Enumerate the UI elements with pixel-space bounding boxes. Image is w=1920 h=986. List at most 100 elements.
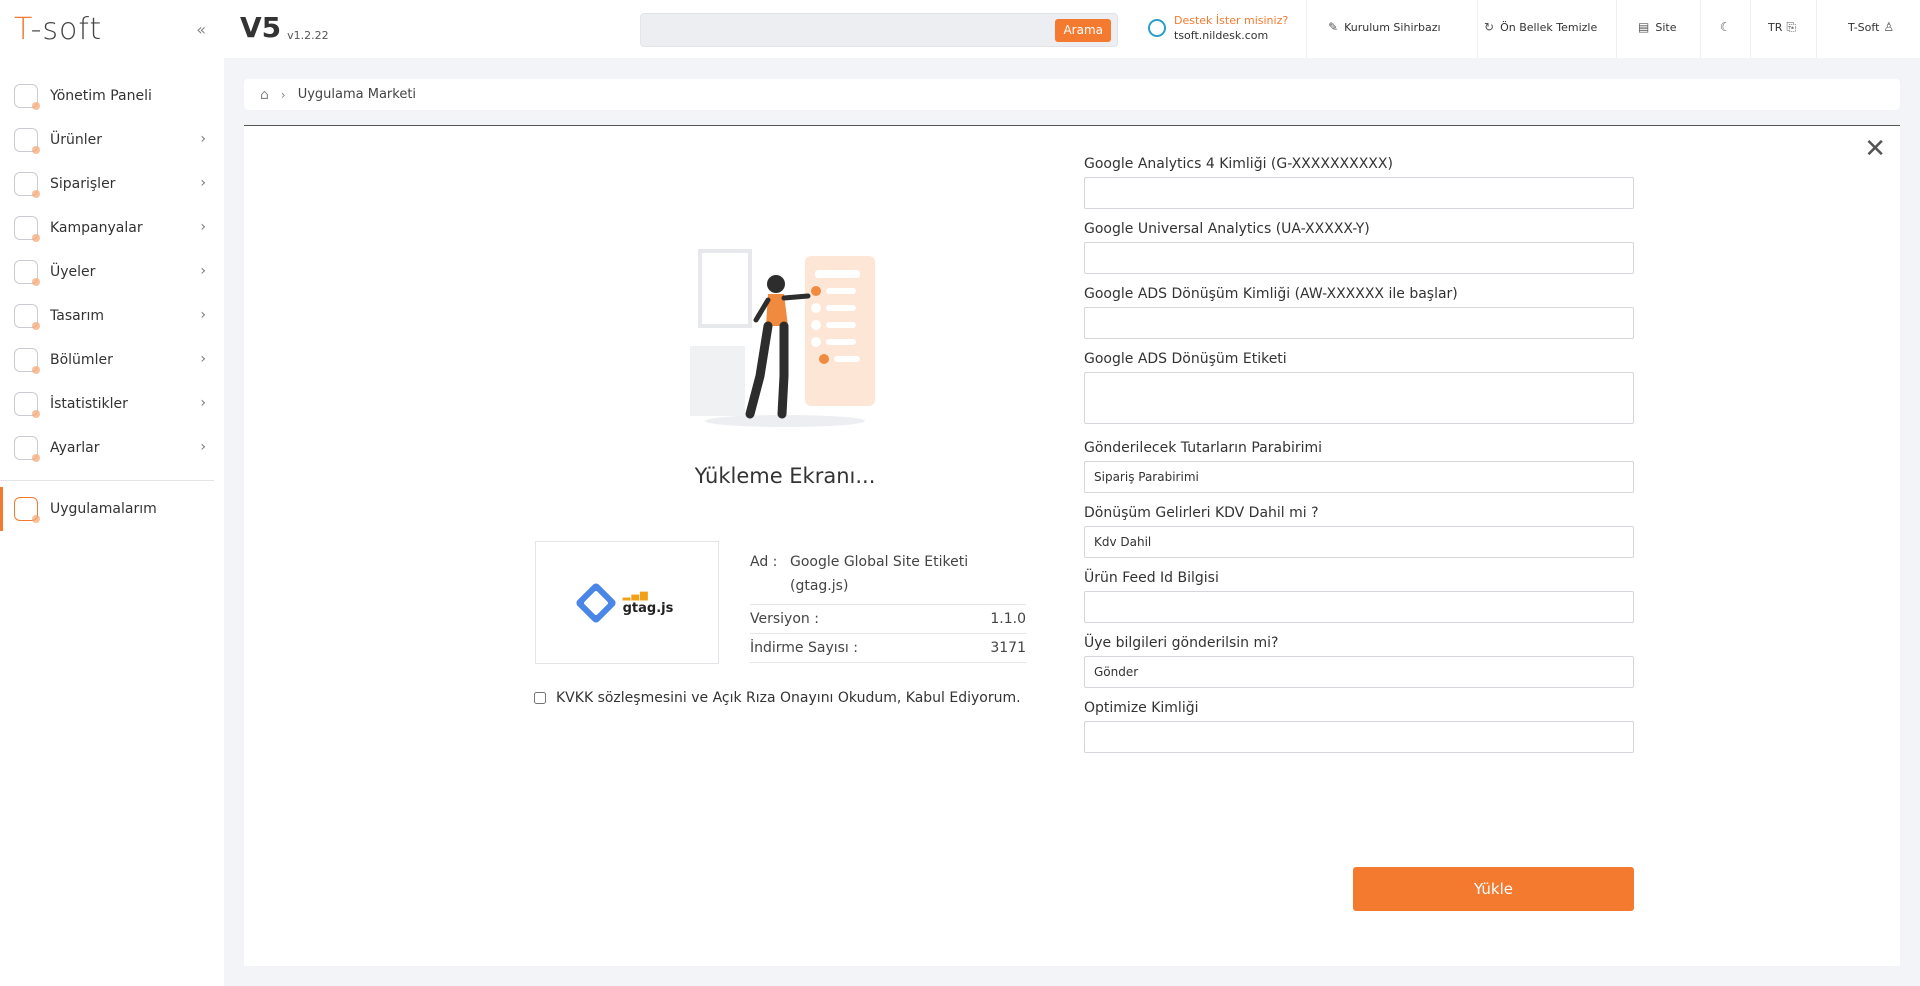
header-divider <box>1306 0 1307 58</box>
info-row-downloads: İndirme Sayısı : 3171 <box>750 634 1026 663</box>
field-label: Gönderilecek Tutarların Parabirimi <box>1084 440 1323 456</box>
support-title: Destek İster misiniz? <box>1174 14 1289 27</box>
header-divider <box>1616 0 1617 58</box>
name-key: Ad : <box>750 554 778 570</box>
field-label: Google ADS Dönüşüm Kimliği (AW-XXXXXX il… <box>1084 286 1458 302</box>
kvkk-checkbox[interactable] <box>534 692 546 704</box>
user-menu[interactable]: T-Soft ♙ <box>1848 20 1900 34</box>
dashboard-icon <box>14 84 40 110</box>
collapse-sidebar-icon[interactable]: « <box>196 20 206 39</box>
close-icon[interactable]: ✕ <box>1864 136 1886 162</box>
product-feed-id-input[interactable] <box>1084 591 1634 623</box>
sidebar-divider <box>0 480 214 481</box>
install-panel: ✕ Yükleme Ekranı... ▂▄▆ gtag.js Ad : Goo… <box>244 126 1900 966</box>
sidebar-item-statistics[interactable]: İstatistikler › <box>0 382 224 426</box>
sidebar-item-label: Siparişler <box>50 176 116 192</box>
products-icon <box>14 128 40 154</box>
language-button[interactable]: TR ⎘ <box>1768 20 1802 35</box>
field-ga4-id: Google Analytics 4 Kimliği (G-XXXXXXXXXX… <box>1084 156 1634 209</box>
chevron-right-icon: › <box>200 307 206 323</box>
sidebar: T-soft « Yönetim Paneli Ürünler › Sipari… <box>0 0 224 986</box>
optimize-id-input[interactable] <box>1084 721 1634 753</box>
version-label: v1.2.22 <box>287 29 329 42</box>
brand[interactable]: V5 v1.2.22 <box>240 12 329 44</box>
gtag-logo-text: gtag.js <box>622 600 674 616</box>
currency-select[interactable] <box>1084 461 1634 493</box>
sidebar-item-products[interactable]: Ürünler › <box>0 118 224 162</box>
name-value: Google Global Site Etiketi (gtag.js) <box>790 554 969 594</box>
sidebar-item-label: Ayarlar <box>50 440 100 456</box>
support-icon <box>1148 19 1166 37</box>
campaigns-icon <box>14 216 40 242</box>
header-divider <box>1816 0 1817 58</box>
sidebar-item-members[interactable]: Üyeler › <box>0 250 224 294</box>
universal-analytics-input[interactable] <box>1084 242 1634 274</box>
support-url: tsoft.nildesk.com <box>1174 29 1269 42</box>
dark-mode-toggle[interactable]: ☾ <box>1720 20 1737 34</box>
kvkk-consent[interactable]: KVKK sözleşmesini ve Açık Rıza Onayını O… <box>534 690 1021 706</box>
info-row-version: Versiyon : 1.1.0 <box>750 605 1026 634</box>
sidebar-item-label: Üyeler <box>50 264 96 280</box>
store-icon: ▤ <box>1638 20 1650 34</box>
analytics-icon: ▂▄▆ <box>622 589 649 601</box>
setup-wizard-button[interactable]: ✎ Kurulum Sihirbazı <box>1328 20 1441 34</box>
info-row-name: Ad : Google Global Site Etiketi (gtag.js… <box>750 544 1026 605</box>
loading-title: Yükleme Ekranı... <box>694 464 876 488</box>
ads-conversion-id-input[interactable] <box>1084 307 1634 339</box>
v5-logo: V5 <box>240 11 282 44</box>
refresh-icon: ↻ <box>1484 20 1495 34</box>
kvkk-label: KVKK sözleşmesini ve Açık Rıza Onayını O… <box>556 690 1021 706</box>
field-label: Dönüşüm Gelirleri KDV Dahil mi ? <box>1084 505 1319 521</box>
send-member-info-select[interactable] <box>1084 656 1634 688</box>
field-ua-id: Google Universal Analytics (UA-XXXXX-Y) <box>1084 221 1634 274</box>
chevron-right-icon: › <box>200 175 206 191</box>
search-button[interactable]: Arama <box>1055 19 1111 42</box>
site-button[interactable]: ▤ Site <box>1638 20 1676 34</box>
sidebar-item-campaigns[interactable]: Kampanyalar › <box>0 206 224 250</box>
chevron-right-icon: › <box>200 395 206 411</box>
install-button[interactable]: Yükle <box>1353 867 1634 911</box>
field-send-member-info: Üye bilgileri gönderilsin mi? <box>1084 635 1634 688</box>
vat-included-select[interactable] <box>1084 526 1634 558</box>
downloads-value: 3171 <box>990 640 1026 656</box>
ga4-id-input[interactable] <box>1084 177 1634 209</box>
setup-wizard-label: Kurulum Sihirbazı <box>1344 20 1441 34</box>
field-label: Ürün Feed Id Bilgisi <box>1084 570 1219 586</box>
sidebar-item-sections[interactable]: Bölümler › <box>0 338 224 382</box>
search-input[interactable] <box>641 14 1041 46</box>
user-icon: ♙ <box>1883 20 1895 34</box>
user-label: T-Soft <box>1848 20 1880 34</box>
home-icon[interactable]: ⌂ <box>260 87 269 103</box>
chevron-right-icon: › <box>200 263 206 279</box>
gtm-diamond-icon <box>574 581 617 624</box>
logo-row: T-soft « <box>0 0 224 58</box>
loading-illustration <box>690 249 875 427</box>
field-currency: Gönderilecek Tutarların Parabirimi <box>1084 440 1634 493</box>
chevron-right-icon: › <box>200 439 206 455</box>
field-optimize-id: Optimize Kimliği <box>1084 700 1634 753</box>
support-link[interactable]: Destek İster misiniz? tsoft.nildesk.com <box>1148 14 1288 42</box>
ads-conversion-label-textarea[interactable] <box>1084 372 1634 424</box>
sidebar-item-label: Kampanyalar <box>50 220 143 236</box>
breadcrumb-current[interactable]: Uygulama Marketi <box>298 87 416 102</box>
wand-icon: ✎ <box>1328 20 1339 34</box>
header-divider <box>1477 0 1478 58</box>
sidebar-item-dashboard[interactable]: Yönetim Paneli <box>0 74 224 118</box>
members-icon <box>14 260 40 286</box>
clear-cache-button[interactable]: ↻ Ön Bellek Temizle <box>1484 20 1597 34</box>
field-ads-conversion-id: Google ADS Dönüşüm Kimliği (AW-XXXXXX il… <box>1084 286 1634 339</box>
top-header: V5 v1.2.22 Arama Destek İster misiniz? t… <box>224 0 1920 58</box>
site-label: Site <box>1655 20 1677 34</box>
field-ads-conversion-label: Google ADS Dönüşüm Etiketi <box>1084 351 1634 428</box>
moon-icon: ☾ <box>1720 20 1731 34</box>
chevron-right-icon: › <box>280 87 286 102</box>
downloads-key: İndirme Sayısı : <box>750 640 858 656</box>
sidebar-item-settings[interactable]: Ayarlar › <box>0 426 224 470</box>
sidebar-item-apps[interactable]: Uygulamalarım <box>0 487 224 531</box>
search-bar: Arama <box>640 13 1118 47</box>
sidebar-item-design[interactable]: Tasarım › <box>0 294 224 338</box>
sidebar-item-orders[interactable]: Siparişler › <box>0 162 224 206</box>
tsoft-logo[interactable]: T-soft <box>14 12 102 47</box>
chevron-right-icon: › <box>200 351 206 367</box>
apps-icon <box>14 497 40 523</box>
